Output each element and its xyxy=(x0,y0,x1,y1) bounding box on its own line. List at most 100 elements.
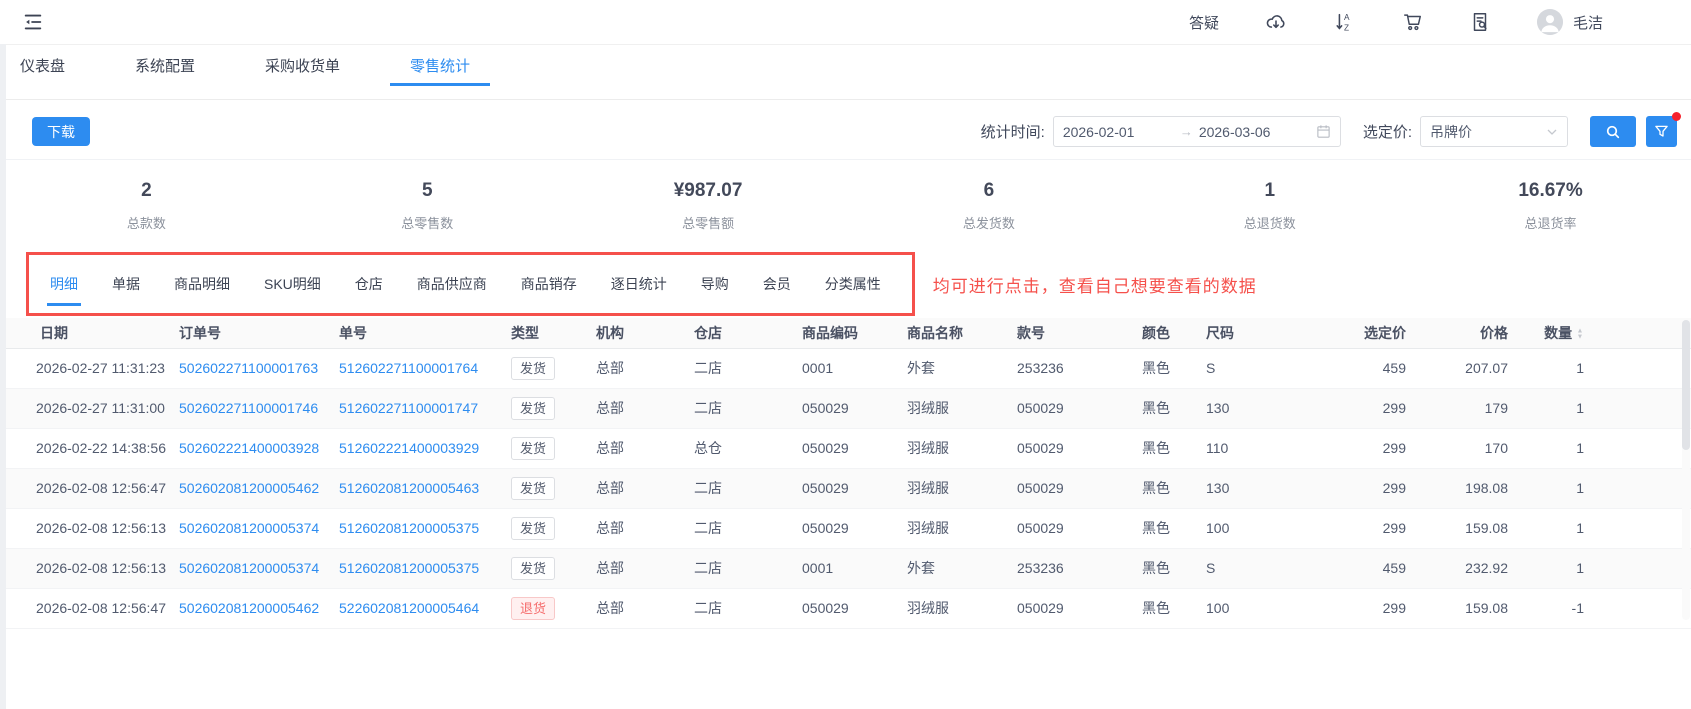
subtab-item-9[interactable]: 会员 xyxy=(746,255,808,313)
subtab-item-2[interactable]: 商品明细 xyxy=(157,255,247,313)
cell-price: 179 xyxy=(1414,388,1516,429)
filter-button[interactable] xyxy=(1646,112,1681,147)
col-size: 尺码 xyxy=(1198,318,1306,349)
subtab-item-6[interactable]: 商品销存 xyxy=(504,255,594,313)
stat-item-0: 2 总款数 xyxy=(6,180,287,232)
doc_no-link[interactable]: 512602081200005375 xyxy=(339,560,479,576)
cell-filler xyxy=(1592,548,1691,589)
cell-size: 100 xyxy=(1198,508,1306,549)
subtab-item-8[interactable]: 导购 xyxy=(684,255,746,313)
cell-text: 0001 xyxy=(802,360,834,376)
doc_no-link[interactable]: 512602271100001764 xyxy=(339,360,478,376)
window-tab-1[interactable]: 系统配置 xyxy=(115,45,215,86)
qa-link[interactable]: 答疑 xyxy=(1189,12,1219,33)
cell-org: 总部 xyxy=(588,548,686,589)
cell-type: 发货 xyxy=(503,348,588,389)
cloud-download-icon[interactable] xyxy=(1265,11,1287,33)
cell-order_no: 502602081200005374 xyxy=(171,508,331,549)
subtab-item-7[interactable]: 逐日统计 xyxy=(594,255,684,313)
doc_no-link[interactable]: 512602221400003929 xyxy=(339,440,479,456)
cell-filler xyxy=(1592,508,1691,549)
order_no-link[interactable]: 502602221400003928 xyxy=(179,440,319,456)
avatar xyxy=(1536,9,1563,35)
cell-text: S xyxy=(1206,360,1216,376)
search-icon xyxy=(1605,124,1621,140)
collapse-menu-icon[interactable] xyxy=(22,11,44,33)
download-button[interactable]: 下载 xyxy=(32,117,90,146)
window-tab-0[interactable]: 仪表盘 xyxy=(0,45,85,86)
order_no-link[interactable]: 502602081200005462 xyxy=(179,480,319,496)
date-start-value[interactable]: 2026-02-01 xyxy=(1063,124,1174,140)
order_no-link[interactable]: 502602081200005374 xyxy=(179,560,319,576)
subtab-item-0[interactable]: 明细 xyxy=(33,255,95,313)
date-end-value[interactable]: 2026-03-06 xyxy=(1199,124,1310,140)
cell-product: 外套 xyxy=(899,548,1009,589)
doc_no-link[interactable]: 512602081200005463 xyxy=(339,480,479,496)
search-button[interactable] xyxy=(1590,116,1636,147)
user-menu[interactable]: 毛洁 xyxy=(1536,9,1603,35)
order_no-link[interactable]: 502602271100001763 xyxy=(179,360,318,376)
cell-text: 1 xyxy=(1576,560,1584,576)
cell-text: 二店 xyxy=(694,520,722,536)
cell-store: 二店 xyxy=(686,588,794,629)
price-type-value: 吊牌价 xyxy=(1430,123,1472,140)
price-type-select[interactable]: 吊牌价 xyxy=(1420,116,1568,147)
cell-store: 二店 xyxy=(686,508,794,549)
cell-price: 207.07 xyxy=(1414,348,1516,389)
cell-price: 198.08 xyxy=(1414,468,1516,509)
order_no-link[interactable]: 502602081200005462 xyxy=(179,600,319,616)
cell-order_no: 502602271100001763 xyxy=(171,348,331,389)
stat-item-4: 1 总退货数 xyxy=(1129,180,1410,232)
cell-style_no: 253236 xyxy=(1009,548,1134,589)
cell-product: 羽绒服 xyxy=(899,468,1009,509)
cell-text: 299 xyxy=(1382,440,1406,456)
cell-store: 二店 xyxy=(686,468,794,509)
cell-org: 总部 xyxy=(588,588,686,629)
stat-value: 5 xyxy=(421,180,433,201)
window-tab-3[interactable]: 零售统计 xyxy=(390,45,491,86)
cell-qty: 1 xyxy=(1516,548,1592,589)
table-row: 2026-02-27 11:31:00 502602271100001746 512… xyxy=(6,388,1691,429)
doc_no-link[interactable]: 522602081200005464 xyxy=(339,600,479,616)
subtab-item-1[interactable]: 单据 xyxy=(95,255,157,313)
cell-text: 459 xyxy=(1382,360,1406,376)
range-arrow-icon: → xyxy=(1179,124,1193,139)
cell-sku_code: 0001 xyxy=(794,548,899,589)
doc_no-link[interactable]: 512602271100001747 xyxy=(339,400,478,416)
cell-doc_no: 512602271100001747 xyxy=(331,388,503,429)
cell-color: 黑色 xyxy=(1134,388,1198,429)
cell-text: 1 xyxy=(1576,400,1584,416)
sort-toggle-icon[interactable]: ▲ ▼ xyxy=(1576,327,1584,340)
subtab-item-10[interactable]: 分类属性 xyxy=(808,255,898,313)
order_no-link[interactable]: 502602081200005374 xyxy=(179,520,319,536)
scrollbar-thumb[interactable] xyxy=(1682,320,1690,450)
cell-text: 2026-02-22 14:38:56 xyxy=(36,440,166,456)
detail-table: 日期 订单号 单号 类型 机构 仓店 商品编码 商品名称 款号 颜色 尺码 选定价 价格 数量 ▲ ▼ 202… xyxy=(6,318,1691,629)
cell-text: 总部 xyxy=(596,480,624,496)
cell-text: 050029 xyxy=(1017,520,1064,536)
subtab-item-4[interactable]: 仓店 xyxy=(338,255,400,313)
cell-size: 130 xyxy=(1198,388,1306,429)
doc_no-link[interactable]: 512602081200005375 xyxy=(339,520,479,536)
cell-product: 羽绒服 xyxy=(899,588,1009,629)
window-tab-2[interactable]: 采购收货单 xyxy=(245,45,360,86)
date-range-picker[interactable]: 2026-02-01 → 2026-03-06 xyxy=(1052,116,1341,147)
cell-text: 050029 xyxy=(1017,400,1064,416)
col-qty[interactable]: 数量 ▲ ▼ xyxy=(1516,318,1592,349)
cell-product: 外套 xyxy=(899,348,1009,389)
cell-filler xyxy=(1592,468,1691,509)
cell-price_selected: 299 xyxy=(1306,588,1414,629)
cell-text: 羽绒服 xyxy=(907,600,949,616)
subtab-item-3[interactable]: SKU明细 xyxy=(247,255,338,313)
cart-icon[interactable] xyxy=(1401,11,1423,33)
cell-size: S xyxy=(1198,548,1306,589)
cell-text: 179 xyxy=(1484,400,1508,416)
order-search-icon[interactable] xyxy=(1469,11,1491,33)
type-tag: 发货 xyxy=(511,516,556,540)
subtab-item-5[interactable]: 商品供应商 xyxy=(400,255,504,313)
sort-az-icon[interactable]: A Z xyxy=(1333,11,1355,33)
table-scrollbar[interactable] xyxy=(1682,320,1690,620)
cell-store: 二店 xyxy=(686,348,794,389)
order_no-link[interactable]: 502602271100001746 xyxy=(179,400,318,416)
cell-text: 外套 xyxy=(907,560,935,576)
